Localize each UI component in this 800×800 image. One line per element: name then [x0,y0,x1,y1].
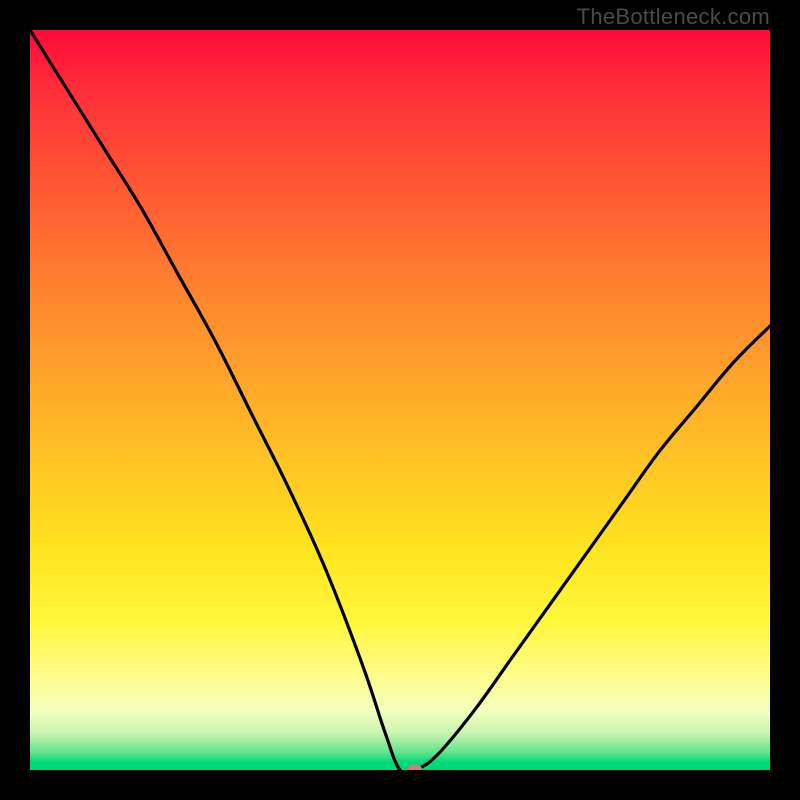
plot-area [30,30,770,770]
watermark-text: TheBottleneck.com [577,4,770,30]
bottleneck-curve [30,30,770,770]
optimal-point-marker [408,765,422,770]
chart-frame: TheBottleneck.com [0,0,800,800]
